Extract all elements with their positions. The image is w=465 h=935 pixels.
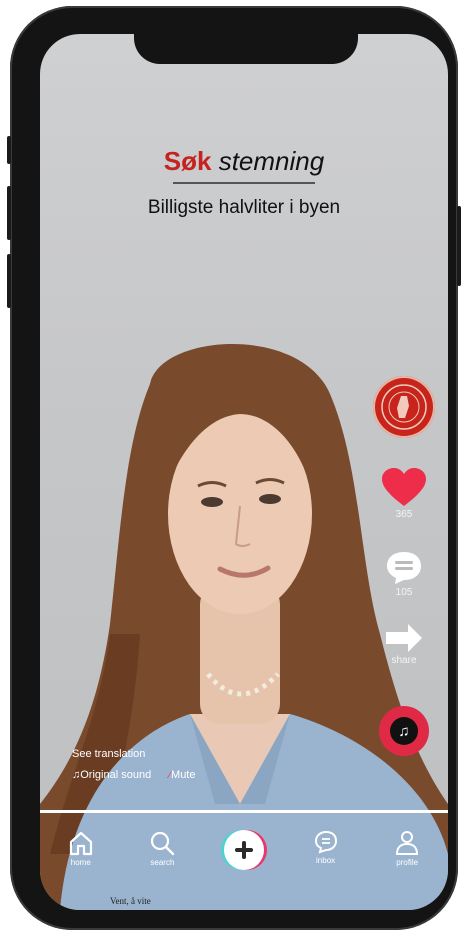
create-button[interactable] [223,830,264,870]
like-button[interactable]: 365 [372,468,436,520]
profile-icon [396,831,419,855]
comment-count: 105 [395,587,413,598]
mute-switch [7,136,11,164]
video-screen[interactable]: Søk stemning Billigste halvliter i byen [40,34,448,910]
creator-avatar[interactable] [372,376,436,438]
bottom-nav: home search inbox profile [40,830,448,890]
nav-inbox[interactable]: inbox [296,830,356,865]
share-button[interactable]: share [372,622,436,666]
plus-icon [234,841,253,859]
home-icon [69,831,92,856]
overlay-title: Søk stemning [40,146,448,176]
title-underline [173,182,315,184]
original-sound-link[interactable]: ♫Original sound [72,769,151,781]
comment-icon [387,552,421,584]
nav-profile-label: profile [396,858,419,867]
comment-button[interactable]: 105 [372,550,436,598]
nav-search-label: search [150,858,175,867]
see-translation-link[interactable]: See translation [72,748,196,760]
overlay-brand-rest: stemning [218,146,325,176]
video-text-overlay: Søk stemning Billigste halvliter i byen [40,146,448,220]
power-button [457,206,461,286]
nav-home[interactable]: home [51,830,111,867]
nav-inbox-label: inbox [316,856,336,865]
nav-profile[interactable]: profile [377,830,437,867]
nav-divider [40,810,448,813]
inbox-icon [314,830,337,854]
nav-create[interactable] [214,830,274,870]
seal-icon [381,384,427,430]
music-disc-button[interactable]: ♫ [372,706,436,756]
nav-home-label: home [70,858,91,867]
share-arrow-icon [386,624,422,652]
footnote-text: Vent, å vite [110,896,151,906]
volume-up-button [7,186,11,240]
share-label: share [391,655,417,666]
like-count: 365 [395,509,413,520]
action-rail: 365 105 share ♫ [372,376,436,756]
mute-label: Mute [171,769,196,781]
nav-search[interactable]: search [132,830,192,867]
overlay-subtitle: Billigste halvliter i byen [147,197,341,218]
music-note-small-icon: ♫ [72,769,81,781]
caption-area: See translation ♫Original sound ⁄Mute [72,748,196,781]
search-icon [151,831,175,856]
mute-toggle[interactable]: ⁄Mute [169,769,195,781]
heart-icon [382,468,426,506]
original-sound-label: Original sound [80,769,152,781]
music-note-icon: ♫ [390,717,418,745]
overlay-brand: Søk [163,146,212,176]
volume-down-button [7,254,11,308]
notch [134,22,358,64]
